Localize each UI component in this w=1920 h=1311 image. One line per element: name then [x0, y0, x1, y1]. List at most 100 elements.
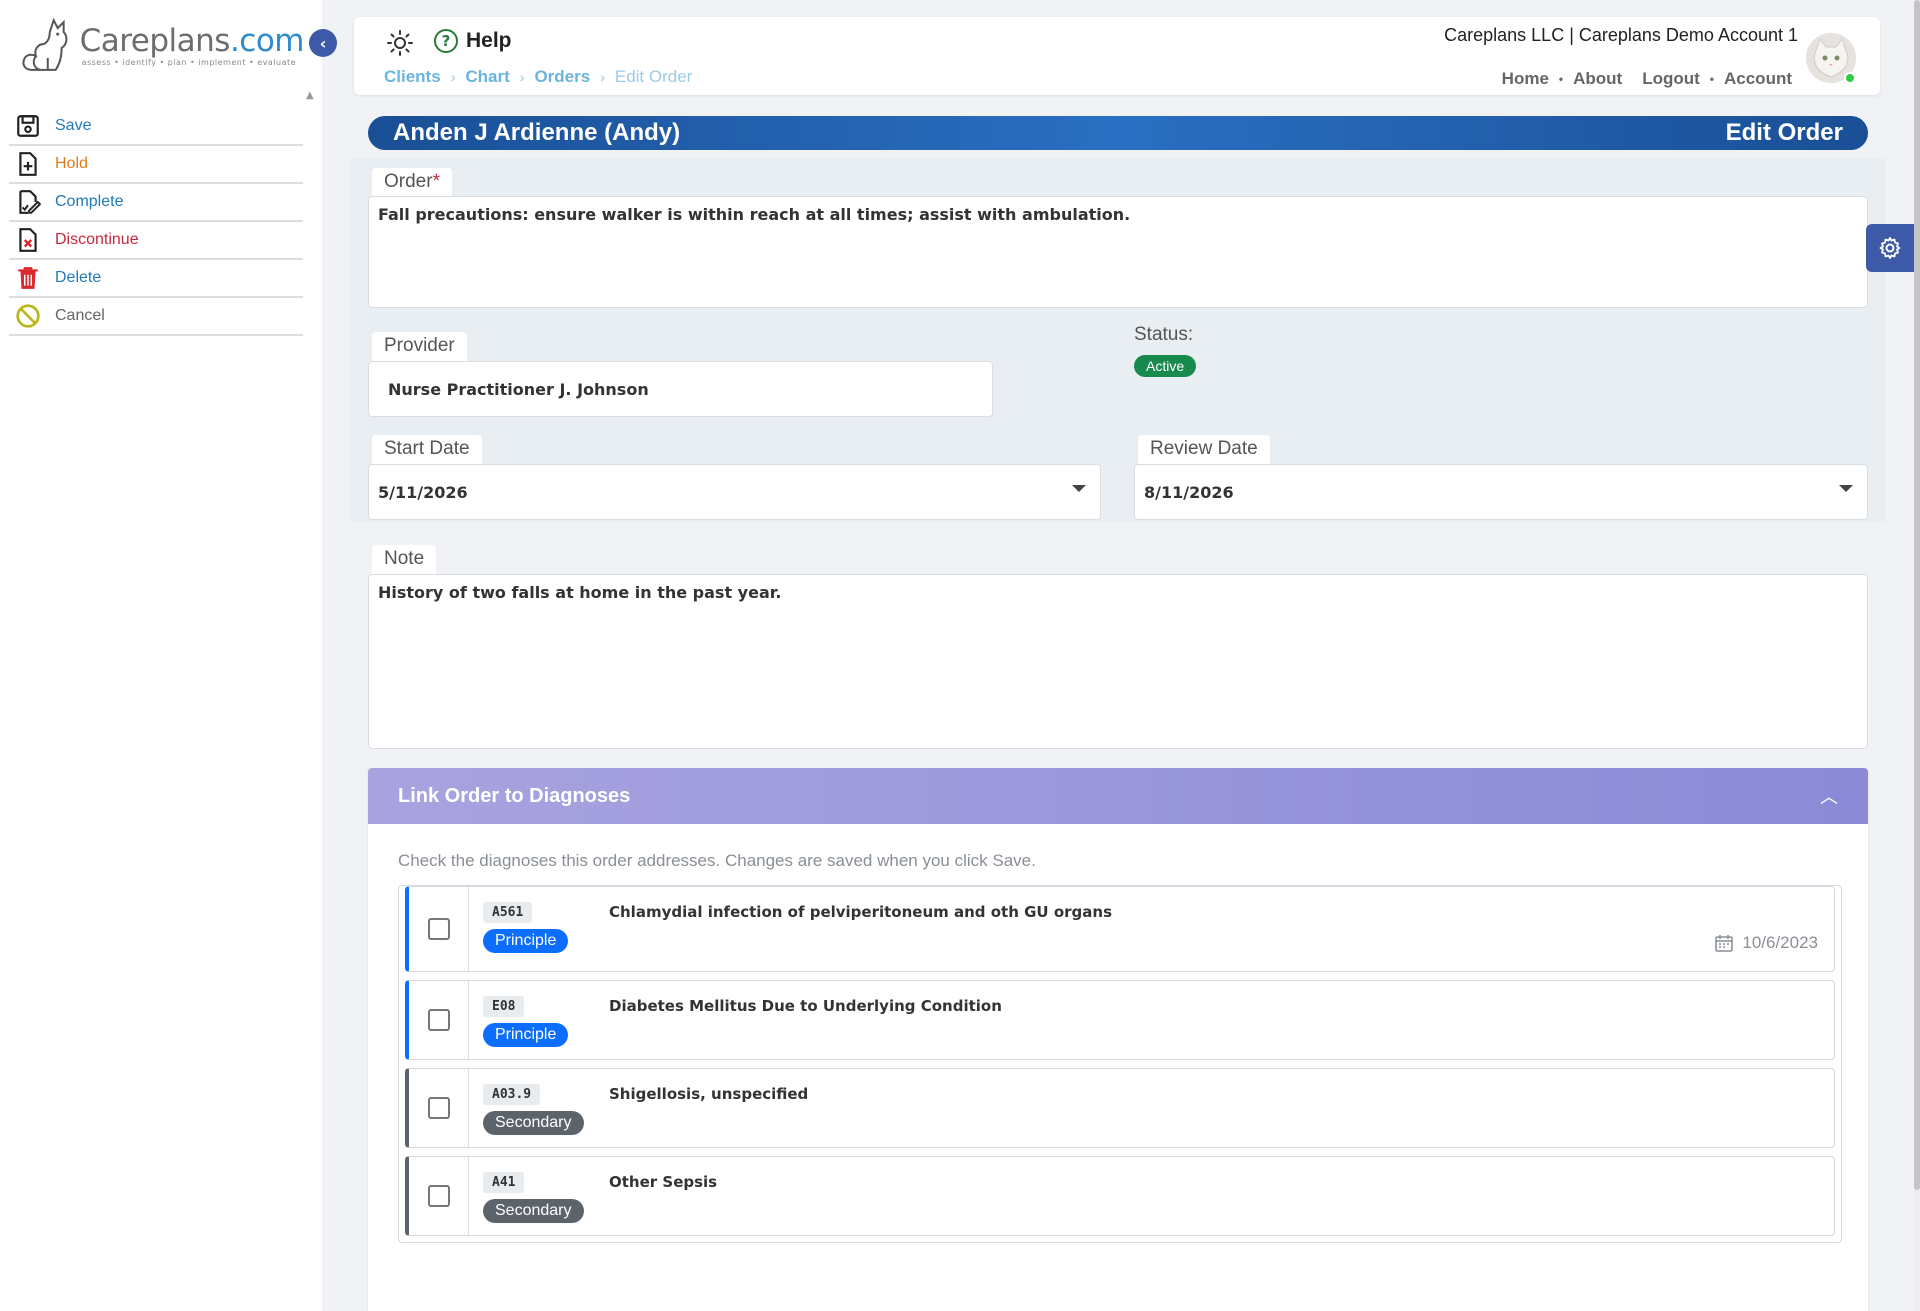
diagnosis-row: E08 Principle Diabetes Mellitus Due to U… — [405, 980, 1835, 1060]
breadcrumb: Clients › Chart › Orders › Edit Order — [384, 67, 692, 87]
secondary-badge: Secondary — [483, 1111, 584, 1135]
diagnoses-panel: Link Order to Diagnoses ︿ Check the diag… — [368, 768, 1868, 1311]
provider-field-label: Provider — [372, 332, 467, 362]
complete-label: Complete — [55, 193, 124, 210]
breadcrumb-orders[interactable]: Orders — [534, 67, 590, 87]
order-form-panel: Order* Fall precautions: ensure walker i… — [351, 158, 1885, 522]
diagnosis-checkbox[interactable] — [427, 1009, 450, 1031]
diagnosis-code: E08 — [483, 996, 525, 1017]
help-button[interactable]: ? Help — [434, 29, 512, 53]
brand-tagline: assess • identify • plan • implement • e… — [81, 57, 297, 67]
diagnosis-code: A41 — [483, 1172, 525, 1193]
page-title-bar: Anden J Ardienne (Andy) Edit Order — [368, 116, 1868, 150]
nav-home[interactable]: Home — [1502, 69, 1549, 89]
cat-logo-icon — [22, 17, 68, 71]
hold-button[interactable]: Hold — [9, 146, 303, 184]
cancel-label: Cancel — [55, 307, 105, 324]
nav-separator: • — [1558, 72, 1564, 86]
brand-logo[interactable]: Careplans.com assess • identify • plan •… — [14, 14, 305, 76]
delete-button[interactable]: Delete — [9, 260, 303, 298]
chevron-right-icon: › — [600, 69, 605, 85]
note-field-label: Note — [372, 545, 437, 575]
action-list: Save Hold Complete Discontinue Delete Ca… — [9, 108, 303, 336]
discontinue-label: Discontinue — [55, 231, 139, 248]
sidebar: Careplans.com assess • identify • plan •… — [0, 0, 322, 1311]
gear-icon — [1879, 237, 1901, 259]
review-date-label: Review Date — [1138, 435, 1270, 465]
chevron-right-icon: › — [519, 69, 525, 85]
start-date-label: Start Date — [372, 435, 482, 465]
diagnosis-checkbox[interactable] — [427, 1185, 450, 1207]
diagnoses-hint: Check the diagnoses this order addresses… — [398, 851, 1036, 870]
diagnosis-description: Shigellosis, unspecified — [609, 1085, 809, 1103]
diagnosis-date: 10/6/2023 — [1714, 933, 1818, 953]
diagnoses-title: Link Order to Diagnoses — [398, 784, 631, 807]
online-status-dot — [1844, 72, 1856, 84]
discontinue-file-icon — [19, 228, 37, 252]
breadcrumb-current: Edit Order — [614, 67, 693, 86]
trash-icon — [18, 267, 38, 289]
status-label: Status: — [1134, 324, 1194, 345]
top-nav: Home • About Logout • Account — [1502, 69, 1792, 89]
complete-button[interactable]: Complete — [9, 184, 303, 222]
diagnosis-code: A03.9 — [483, 1084, 541, 1105]
diagnosis-row: A03.9 Secondary Shigellosis, unspecified — [405, 1068, 1835, 1148]
account-name: Careplans LLC | Careplans Demo Account 1 — [1444, 25, 1798, 45]
diagnosis-description: Chlamydial infection of pelviperitoneum … — [609, 903, 1113, 921]
collapse-sidebar-button[interactable]: ‹ — [309, 29, 337, 57]
note-textarea[interactable]: History of two falls at home in the past… — [368, 574, 1868, 749]
diagnosis-checkbox[interactable] — [427, 918, 450, 940]
diagnosis-description: Other Sepsis — [609, 1173, 718, 1191]
caret-down-icon — [1839, 485, 1853, 492]
nav-about[interactable]: About — [1573, 69, 1622, 89]
required-mark: * — [432, 171, 440, 192]
diagnosis-row: A561 Principle Chlamydial infection of p… — [405, 886, 1835, 972]
top-header: ? Help Clients › Chart › Orders › Edit O… — [354, 17, 1880, 95]
secondary-badge: Secondary — [483, 1199, 584, 1223]
scrollbar-thumb[interactable] — [1914, 0, 1920, 1190]
order-field-label: Order* — [372, 168, 452, 198]
diagnosis-checkbox[interactable] — [427, 1097, 450, 1119]
caret-down-icon — [1072, 485, 1086, 492]
review-date-select[interactable]: 8/11/2026 — [1134, 464, 1868, 520]
nav-logout[interactable]: Logout — [1642, 69, 1700, 89]
chevron-left-icon: ‹ — [319, 33, 327, 53]
breadcrumb-chart[interactable]: Chart — [465, 67, 509, 87]
scroll-up-icon[interactable]: ▲ — [306, 90, 314, 101]
save-icon — [17, 115, 39, 137]
chevron-right-icon: › — [450, 69, 456, 85]
hold-file-icon — [19, 152, 37, 176]
provider-field[interactable]: Nurse Practitioner J. Johnson — [368, 361, 993, 417]
diagnosis-description: Diabetes Mellitus Due to Underlying Cond… — [609, 997, 1002, 1015]
principle-badge: Principle — [483, 929, 569, 953]
start-date-value: 5/11/2026 — [378, 483, 468, 502]
order-textarea[interactable]: Fall precautions: ensure walker is withi… — [368, 196, 1868, 308]
save-button[interactable]: Save — [9, 108, 303, 146]
settings-button[interactable] — [1866, 224, 1914, 272]
complete-file-icon — [19, 190, 41, 214]
start-date-select[interactable]: 5/11/2026 — [368, 464, 1101, 520]
page-title: Edit Order — [1725, 119, 1843, 146]
status-badge: Active — [1134, 355, 1197, 377]
brand-name: Careplans.com — [79, 22, 305, 59]
cancel-button[interactable]: Cancel — [9, 298, 303, 336]
nav-account[interactable]: Account — [1724, 69, 1792, 89]
chevron-up-icon[interactable]: ︿ — [1820, 783, 1838, 809]
calendar-icon — [1715, 935, 1734, 952]
diagnoses-panel-header[interactable]: Link Order to Diagnoses ︿ — [368, 768, 1868, 824]
diagnosis-code: A561 — [483, 902, 533, 923]
review-date-value: 8/11/2026 — [1144, 483, 1234, 502]
cancel-icon — [16, 304, 40, 328]
hold-label: Hold — [55, 155, 88, 172]
diagnoses-list: A561 Principle Chlamydial infection of p… — [398, 885, 1842, 1243]
nav-separator: • — [1709, 72, 1714, 86]
diagnosis-row: A41 Secondary Other Sepsis — [405, 1156, 1835, 1236]
principle-badge: Principle — [483, 1023, 569, 1047]
save-label: Save — [55, 117, 92, 134]
help-label: Help — [466, 29, 512, 52]
theme-toggle-sun-icon[interactable] — [386, 29, 414, 57]
help-circle-icon: ? — [434, 29, 458, 53]
delete-label: Delete — [55, 269, 102, 286]
discontinue-button[interactable]: Discontinue — [9, 222, 303, 260]
breadcrumb-clients[interactable]: Clients — [384, 67, 441, 87]
